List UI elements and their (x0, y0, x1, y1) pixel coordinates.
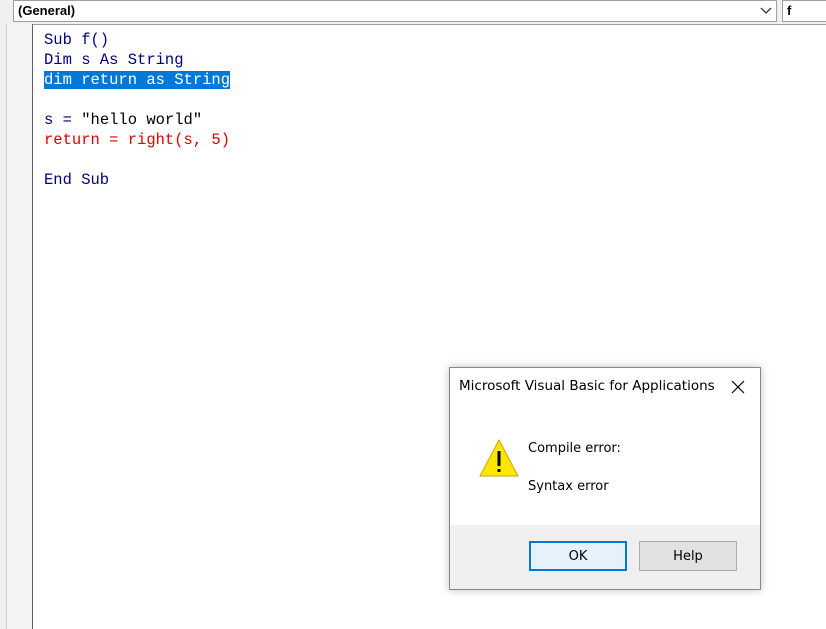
ok-button[interactable]: OK (529, 541, 627, 571)
error-message-heading: Compile error: (528, 441, 621, 456)
code-window-toolbar: (General) f (0, 0, 826, 25)
code-line[interactable]: Sub f() (44, 30, 230, 50)
code-line-empty[interactable] (44, 150, 230, 170)
code-line-text: Sub f() (44, 31, 110, 49)
string-literal: "hello world" (81, 111, 203, 129)
object-combo-value: (General) (18, 3, 76, 18)
code-line[interactable]: End Sub (44, 170, 230, 190)
error-message-detail: Syntax error (528, 479, 609, 494)
code-margin-indicator-bar[interactable] (7, 24, 33, 629)
code-line-selected[interactable]: dim return as String (44, 70, 231, 90)
warning-icon (478, 438, 520, 478)
object-combo[interactable]: (General) (13, 0, 777, 22)
close-icon[interactable] (726, 376, 750, 398)
dialog-title: Microsoft Visual Basic for Applications (459, 378, 715, 394)
selected-text: dim return as String (44, 71, 231, 89)
code-line-text: End Sub (44, 171, 110, 189)
code-line-error[interactable]: return = right(s, 5) (44, 130, 230, 150)
procedure-combo[interactable]: f (782, 0, 826, 22)
code-line[interactable]: Dim s As String (44, 50, 230, 70)
window-left-edge (0, 24, 7, 629)
code-editor[interactable]: Sub f() Dim s As String dim return as St… (44, 30, 231, 190)
procedure-combo-value: f (787, 3, 792, 18)
code-line-text: s = (44, 111, 82, 129)
compile-error-dialog: Microsoft Visual Basic for Applications … (449, 367, 761, 590)
dialog-button-bar: OK Help (450, 525, 760, 589)
chevron-down-icon[interactable] (756, 1, 776, 21)
code-line-text: return = right(s, 5) (44, 131, 231, 149)
code-line-text: Dim s As String (44, 51, 184, 69)
code-line-empty[interactable] (44, 90, 230, 110)
help-button[interactable]: Help (639, 541, 737, 571)
code-line[interactable]: s = "hello world" (44, 110, 230, 130)
